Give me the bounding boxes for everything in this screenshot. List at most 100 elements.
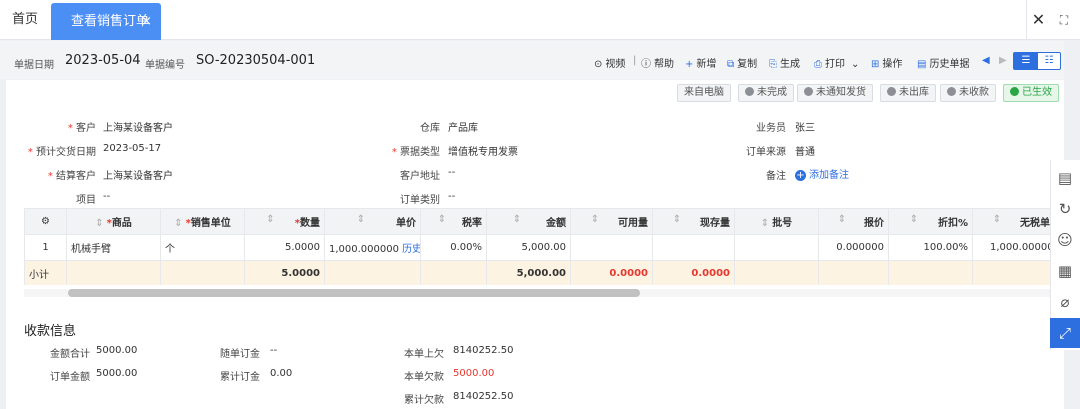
tab-close-icon[interactable]: × xyxy=(141,3,152,40)
order-category-value: -- xyxy=(448,191,456,202)
address-label: 客户地址 xyxy=(400,171,440,182)
table-header-row: ⚙ ⇕ *商品 ⇕ *销售单位 ⇕ *数量 ⇕ 单价 ⇕ 税率 ⇕ 金额 ⇕ 可用量 ⇕ 现存量… xyxy=(24,208,1064,235)
expand-icon[interactable]: ⤢ xyxy=(1050,318,1080,348)
generate-button[interactable]: ⎘ 生成 xyxy=(769,55,800,70)
col-batch[interactable]: ⇕ 批号 xyxy=(734,208,819,235)
col-price[interactable]: ⇕ 单价 xyxy=(324,208,421,235)
print-icon: ⎙ xyxy=(814,59,822,70)
video-button[interactable]: ⊙ 视频 xyxy=(594,55,625,70)
col-product[interactable]: ⇕ *商品 xyxy=(66,208,161,235)
date-value: 2023-05-04 xyxy=(65,53,141,68)
status-badge: 未通知发货 xyxy=(797,84,873,102)
prev-record-icon[interactable]: ◀ xyxy=(982,55,990,66)
subtotal-row: 小计 5.0000 5,000.00 0.0000 0.0000 xyxy=(24,260,1064,285)
check-icon xyxy=(1010,87,1019,96)
col-qty[interactable]: ⇕ *数量 xyxy=(244,208,325,235)
salesman-label: 业务员 xyxy=(756,123,786,134)
address-value: -- xyxy=(448,167,456,178)
remark-label: 备注 xyxy=(766,171,786,182)
history-price-link[interactable]: 历史 xyxy=(402,244,419,255)
refresh-icon[interactable]: ↻ xyxy=(1050,194,1080,224)
acc-deposit-value: 0.00 xyxy=(270,368,293,379)
invoice-icon[interactable]: ▦ xyxy=(1050,256,1080,286)
status-badge: 未完成 xyxy=(738,84,794,102)
add-remark-button[interactable]: + 添加备注 xyxy=(795,166,849,181)
col-tax[interactable]: ⇕ 税率 xyxy=(420,208,487,235)
order-amount-value: 5000.00 xyxy=(96,368,138,379)
plus-circle-icon: + xyxy=(795,170,806,181)
tab-home[interactable]: 首页 xyxy=(0,0,50,40)
copy-button[interactable]: ⧉ 复制 xyxy=(727,55,757,70)
sort-icon: ⇕ xyxy=(356,214,366,225)
order-lines-table: ⚙ ⇕ *商品 ⇕ *销售单位 ⇕ *数量 ⇕ 单价 ⇕ 税率 ⇕ 金额 ⇕ 可用量 ⇕ 现存量… xyxy=(24,208,1064,285)
copy-icon: ⧉ xyxy=(727,59,735,70)
smile-icon[interactable]: ☺ xyxy=(1050,225,1080,255)
sort-icon: ⇕ xyxy=(266,214,275,225)
order-source-label: 订单来源 xyxy=(746,147,786,158)
customer-label: * 客户 xyxy=(67,123,96,134)
list-view-icon[interactable]: ☰ xyxy=(1014,53,1038,69)
status-dot-icon xyxy=(887,87,896,96)
history-button[interactable]: ▤ 历史单据 xyxy=(917,55,969,70)
sort-icon: ⇕ xyxy=(837,214,847,225)
add-button[interactable]: + 新增 xyxy=(685,55,716,70)
status-badge: 来自电脑 xyxy=(677,84,731,102)
order-amount-label: 订单金额 xyxy=(50,372,90,383)
project-label: 项目 xyxy=(76,195,96,206)
sort-icon: ⇕ xyxy=(95,218,104,229)
invoice-type-value: 增值税专用发票 xyxy=(448,147,518,158)
order-category-label: 订单类别 xyxy=(400,195,440,206)
date-label: 单据日期 xyxy=(14,60,54,71)
sort-icon: ⇕ xyxy=(590,214,600,225)
sort-icon: ⇕ xyxy=(174,218,183,229)
delivery-date-label: * 预计交货日期 xyxy=(27,147,96,158)
report-icon[interactable]: ▤ xyxy=(1050,163,1080,193)
table-row[interactable]: 1 机械手臂 个 5.0000 1,000.000000 历史 0.00% 5,… xyxy=(24,234,1064,261)
status-dot-icon xyxy=(745,87,754,96)
sort-icon: ⇕ xyxy=(437,214,447,225)
deposit-value: -- xyxy=(270,345,278,356)
next-record-icon[interactable]: ▶ xyxy=(999,55,1007,66)
col-quote[interactable]: ⇕ 报价 xyxy=(818,208,889,235)
toolbar-divider: | xyxy=(633,55,637,66)
acc-owed-label: 累计欠款 xyxy=(404,395,444,406)
status-dot-icon xyxy=(947,87,956,96)
col-available[interactable]: ⇕ 可用量 xyxy=(570,208,653,235)
acc-owed-value: 8140252.50 xyxy=(453,391,514,402)
print-button[interactable]: ⎙ 打印 ⌄ xyxy=(814,55,859,70)
prev-owed-value: 8140252.50 xyxy=(453,345,514,356)
order-source-value: 普通 xyxy=(795,147,815,158)
sort-icon: ⇕ xyxy=(672,214,682,225)
status-badge: 未收款 xyxy=(940,84,996,102)
warehouse-value: 产品库 xyxy=(448,123,478,134)
col-stock[interactable]: ⇕ 现存量 xyxy=(652,208,735,235)
status-dot-icon xyxy=(804,87,813,96)
close-icon[interactable]: ✕ xyxy=(1026,0,1050,40)
doc-no-value: SO-20230504-001 xyxy=(196,53,316,68)
sort-icon: ⇕ xyxy=(512,214,522,225)
attachment-icon[interactable]: ⌀ xyxy=(1050,287,1080,317)
settle-customer-label: * 结算客户 xyxy=(47,171,96,182)
warehouse-label: 仓库 xyxy=(420,123,440,134)
help-button[interactable]: ⓘ 帮助 xyxy=(641,55,674,70)
fullscreen-icon[interactable]: ⛶ xyxy=(1052,0,1076,40)
tab-label: 查看销售订单 xyxy=(71,14,150,29)
project-value: -- xyxy=(103,191,111,202)
owed-value: 5000.00 xyxy=(453,368,495,379)
operate-button[interactable]: ⊞ 操作 xyxy=(871,55,902,70)
col-discount[interactable]: ⇕ 折扣% xyxy=(888,208,973,235)
sort-icon: ⇕ xyxy=(909,214,919,225)
sort-icon: ⇕ xyxy=(992,214,1002,225)
prev-owed-label: 本单上欠 xyxy=(404,349,444,360)
deposit-label: 随单订金 xyxy=(220,349,260,360)
plus-icon: + xyxy=(685,59,694,70)
total-value: 5000.00 xyxy=(96,345,138,356)
col-unit[interactable]: ⇕ *销售单位 xyxy=(160,208,245,235)
owed-label: 本单欠款 xyxy=(404,372,444,383)
split-view-icon[interactable]: ☷ xyxy=(1038,53,1060,69)
col-amount[interactable]: ⇕ 金额 xyxy=(486,208,571,235)
gear-icon[interactable]: ⚙ xyxy=(24,208,67,235)
payment-section-title: 收款信息 xyxy=(24,324,77,339)
scrollbar-thumb[interactable] xyxy=(68,289,640,297)
tab-sales-order[interactable]: 查看销售订单 × xyxy=(51,3,161,40)
